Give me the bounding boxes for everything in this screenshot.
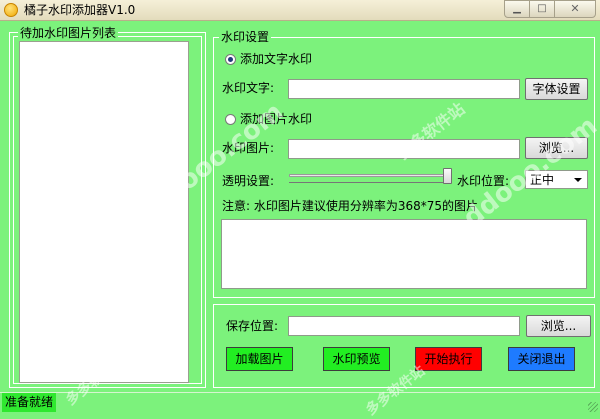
load-images-button[interactable]: 加载图片 <box>226 347 293 371</box>
start-button[interactable]: 开始执行 <box>415 347 482 371</box>
chevron-down-icon <box>574 178 582 182</box>
transparency-slider-track[interactable] <box>289 174 452 177</box>
title-bar: 橘子水印添加器V1.0 ▁ □ ✕ <box>0 0 600 21</box>
maximize-button[interactable]: □ <box>529 0 555 18</box>
position-select[interactable]: 正中 <box>525 170 588 189</box>
status-bar: 准备就绪 <box>0 392 600 414</box>
watermark-preview-box[interactable] <box>221 219 587 289</box>
image-list[interactable] <box>19 41 189 383</box>
image-watermark-label[interactable]: 添加图片水印 <box>240 111 312 127</box>
window-title: 橘子水印添加器V1.0 <box>24 3 136 17</box>
transparency-label: 透明设置: <box>222 174 275 188</box>
status-text: 准备就绪 <box>2 393 57 412</box>
watermark-text-label: 水印文字: <box>222 81 275 95</box>
transparency-slider-thumb[interactable] <box>443 168 452 184</box>
position-label: 水印位置: <box>457 174 510 188</box>
exit-button[interactable]: 关闭退出 <box>508 347 575 371</box>
watermark-image-label: 水印图片: <box>222 141 275 155</box>
text-watermark-label[interactable]: 添加文字水印 <box>240 51 312 67</box>
resize-grip-icon[interactable] <box>588 402 598 412</box>
transparency-slider-ticks <box>289 182 452 186</box>
image-list-title: 待加水印图片列表 <box>18 26 119 40</box>
minimize-button[interactable]: ▁ <box>504 0 530 18</box>
font-settings-button[interactable]: 字体设置 <box>525 78 588 100</box>
watermark-text-input[interactable] <box>288 79 520 99</box>
watermark-image-input[interactable] <box>288 139 520 159</box>
image-watermark-radio[interactable] <box>225 114 236 125</box>
text-watermark-radio[interactable] <box>225 54 236 65</box>
save-location-input[interactable] <box>288 316 520 336</box>
watermark-settings-title: 水印设置 <box>219 30 272 44</box>
close-button[interactable]: ✕ <box>554 0 596 18</box>
browse-save-button[interactable]: 浏览... <box>526 315 591 337</box>
note-text: 注意: 水印图片建议使用分辨率为368*75的图片 <box>222 199 479 213</box>
browse-image-button[interactable]: 浏览... <box>525 137 588 159</box>
app-icon <box>4 3 18 17</box>
position-select-value: 正中 <box>530 173 555 187</box>
preview-watermark-button[interactable]: 水印预览 <box>323 347 390 371</box>
save-location-label: 保存位置: <box>226 319 279 333</box>
